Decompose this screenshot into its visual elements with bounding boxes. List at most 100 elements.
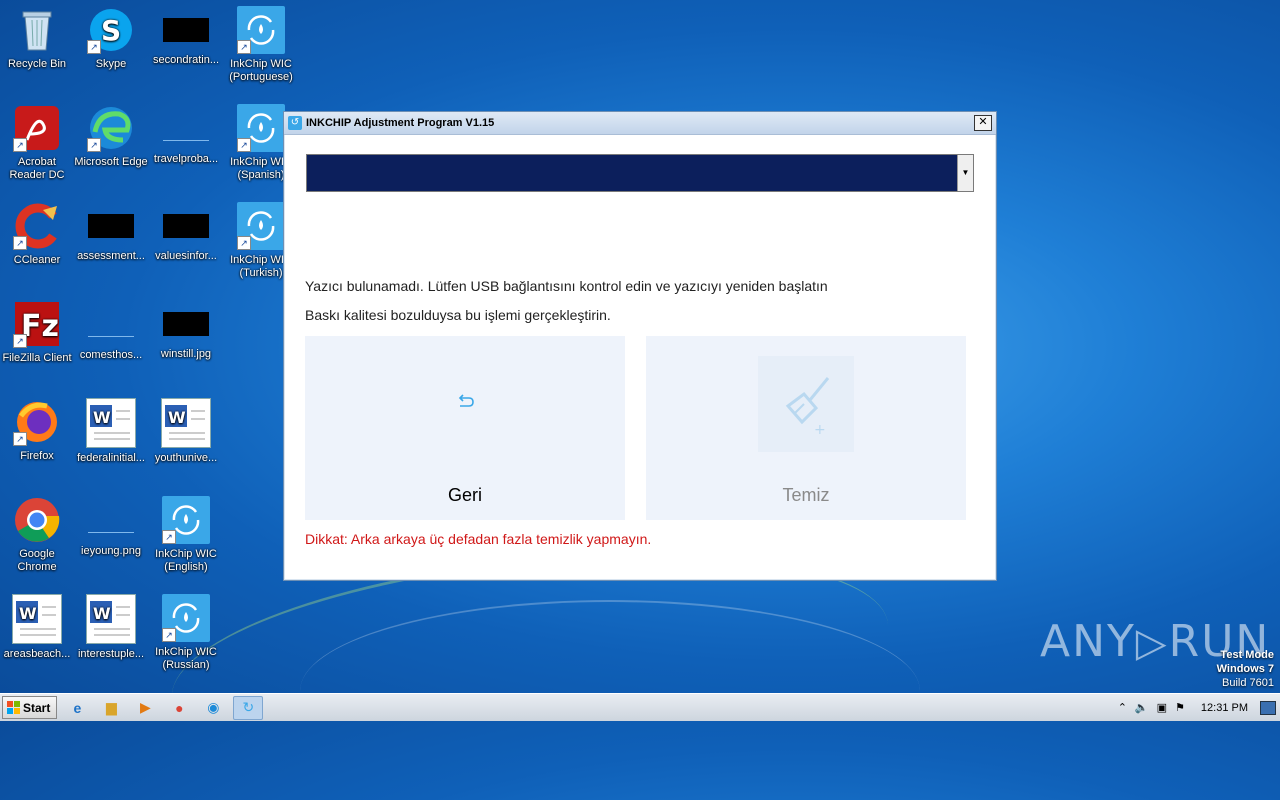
windows-logo-icon	[7, 701, 20, 714]
file-thumbnail	[88, 334, 134, 337]
taskbar-explorer[interactable]: ▆	[97, 697, 125, 719]
taskbar-chrome[interactable]: ●	[165, 697, 193, 719]
watermark-brand-left: ANY	[1040, 616, 1136, 667]
desktop-icon-filezilla[interactable]: Fz ↗ FileZilla Client	[0, 300, 74, 365]
desktop-icon-label: winstill.jpg	[160, 348, 212, 360]
broom-icon: +	[785, 377, 830, 438]
dialog-titlebar[interactable]: ↺ INKCHIP Adjustment Program V1.15 ✕	[284, 112, 996, 135]
shortcut-arrow-icon: ↗	[237, 138, 251, 152]
word-document-icon: W	[161, 398, 211, 448]
media-player-icon: ▶	[139, 699, 151, 715]
desktop-icon-travelproba[interactable]: travelproba...	[149, 104, 223, 166]
desktop-icon-label: CCleaner	[13, 254, 61, 266]
svg-text:W: W	[19, 604, 37, 623]
volume-icon[interactable]: 🔈	[1135, 701, 1149, 714]
desktop-icon-label: comesthos...	[79, 349, 143, 361]
desktop-icon-edge[interactable]: ↗ Microsoft Edge	[74, 104, 148, 169]
file-thumbnail	[88, 214, 134, 238]
word-document-icon: W	[86, 594, 136, 644]
desktop-icon-acrobat[interactable]: ↗ Acrobat Reader DC	[0, 104, 74, 182]
desktop-icon-inkchip-portuguese[interactable]: ↗ InkChip WIC (Portuguese)	[224, 6, 298, 84]
shortcut-arrow-icon: ↗	[13, 236, 27, 250]
desktop-icon-skype[interactable]: S ↗ Skype	[74, 6, 148, 71]
desktop-icon-ieyoung[interactable]: ieyoung.png	[74, 496, 148, 558]
file-thumbnail	[163, 312, 209, 336]
svg-text:W: W	[93, 604, 111, 623]
desktop-icon-secondratin[interactable]: secondratin...	[149, 6, 223, 67]
printer-select[interactable]: ▼	[306, 154, 974, 192]
desktop-icon-areasbeach[interactable]: W areasbeach...	[0, 594, 74, 661]
desktop-icon-label: Recycle Bin	[7, 58, 67, 70]
desktop-icon-label: areasbeach...	[3, 648, 71, 660]
inkchip-icon: ↗	[237, 202, 285, 250]
desktop-icon-interestuple[interactable]: W interestuple...	[74, 594, 148, 661]
broom-icon-bg: +	[758, 356, 854, 452]
chrome-icon	[13, 496, 61, 544]
desktop-icon-recycle-bin[interactable]: Recycle Bin	[0, 6, 74, 71]
file-thumbnail	[163, 18, 209, 42]
edge-icon: ↗	[87, 104, 135, 152]
desktop-icon-label: ieyoung.png	[81, 545, 141, 557]
desktop-icon-valuesinfor[interactable]: valuesinfor...	[149, 202, 223, 263]
show-desktop-button[interactable]	[1260, 700, 1276, 715]
desktop-icon-chrome[interactable]: Google Chrome	[0, 496, 74, 574]
edge-icon: ◉	[207, 699, 220, 715]
svg-text:+: +	[814, 422, 826, 438]
word-document-icon: W	[86, 398, 136, 448]
app-icon: ↺	[288, 116, 302, 130]
word-document-icon: W	[12, 594, 62, 644]
inkchip-icon: ↗	[237, 104, 285, 152]
show-hidden-icons-icon[interactable]: ⌃	[1118, 701, 1127, 714]
wallpaper-streak	[300, 600, 920, 782]
inkchip-icon: ↗	[237, 6, 285, 54]
inkchip-icon: ↻	[242, 699, 255, 715]
desktop-icon-winstill[interactable]: winstill.jpg	[149, 300, 223, 361]
system-tray: ⌃ 🔈 ▣ ⚑ 12:31 PM	[1118, 700, 1280, 715]
file-thumbnail	[88, 530, 134, 533]
desktop-icon-label: interestuple...	[77, 648, 145, 660]
close-button[interactable]: ✕	[974, 115, 992, 131]
desktop-icon-label: InkChip WIC (Russian)	[155, 646, 217, 671]
windows-version-line: Windows 7	[1216, 663, 1274, 675]
desktop-icon-label: Acrobat Reader DC	[9, 156, 65, 181]
taskbar-media-player[interactable]: ▶	[131, 697, 159, 719]
taskbar-ie[interactable]: e	[63, 697, 91, 719]
file-thumbnail	[163, 138, 209, 141]
desktop-icon-firefox[interactable]: ↗ Firefox	[0, 398, 74, 463]
desktop-icon-comesthos[interactable]: comesthos...	[74, 300, 148, 362]
shortcut-arrow-icon: ↗	[87, 138, 101, 152]
chrome-icon: ●	[175, 699, 184, 716]
action-center-icon[interactable]: ⚑	[1175, 701, 1185, 714]
shortcut-arrow-icon: ↗	[162, 628, 176, 642]
chevron-down-icon[interactable]: ▼	[957, 155, 973, 191]
inkchip-icon: ↗	[162, 496, 210, 544]
back-card[interactable]: Geri	[305, 336, 625, 520]
network-icon[interactable]: ▣	[1157, 701, 1167, 714]
desktop-icon-federalinitial[interactable]: W federalinitial...	[74, 398, 148, 465]
start-button[interactable]: Start	[2, 696, 58, 719]
desktop-icon-label: Microsoft Edge	[74, 156, 148, 168]
desktop-icon-assessment[interactable]: assessment...	[74, 202, 148, 263]
quality-hint-message: Baskı kalitesi bozulduysa bu işlemi gerç…	[305, 307, 611, 323]
clean-label: Temiz	[782, 485, 830, 505]
shortcut-arrow-icon: ↗	[13, 432, 27, 446]
shortcut-arrow-icon: ↗	[237, 236, 251, 250]
recycle-bin-icon	[13, 6, 61, 54]
internet-explorer-icon: e	[73, 699, 82, 716]
shortcut-arrow-icon: ↗	[13, 138, 27, 152]
desktop-icon-inkchip-english[interactable]: ↗ InkChip WIC (English)	[149, 496, 223, 574]
back-label: Geri	[447, 485, 482, 505]
desktop-icon-inkchip-russian[interactable]: ↗ InkChip WIC (Russian)	[149, 594, 223, 672]
desktop-icon-label: FileZilla Client	[2, 352, 72, 364]
build-line: Build 7601	[1222, 677, 1274, 689]
clock[interactable]: 12:31 PM	[1201, 702, 1248, 714]
desktop-icon-label: Google Chrome	[17, 548, 57, 573]
clean-card[interactable]: + Temiz	[646, 336, 966, 520]
start-label: Start	[23, 700, 51, 715]
taskbar-inkchip[interactable]: ↻	[233, 695, 264, 720]
taskbar-edge[interactable]: ◉	[199, 697, 227, 719]
taskbar: Start e ▆ ▶ ● ◉ ↻ ⌃ 🔈 ▣ ⚑ 12:31 PM	[0, 693, 1280, 721]
desktop-icon-ccleaner[interactable]: ↗ CCleaner	[0, 202, 74, 267]
desktop-icon-youthunive[interactable]: W youthunive...	[149, 398, 223, 465]
ccleaner-icon: ↗	[13, 202, 61, 250]
